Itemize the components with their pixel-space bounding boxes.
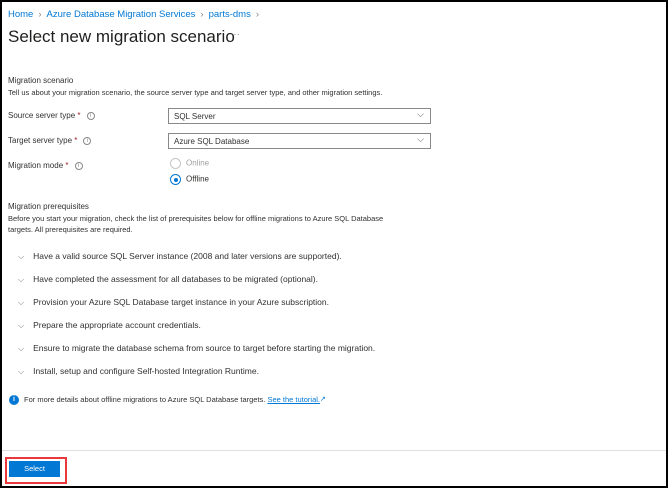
page: Home › Azure Database Migration Services › p… (2, 2, 666, 486)
required-marker: * (74, 136, 78, 145)
prereq-item[interactable]: ⌵ Install, setup and configure Self-hoste… (18, 366, 259, 377)
prereq-item[interactable]: ⌵ Have completed the assessment for all d… (18, 274, 318, 285)
item-text: Provision your Azure SQL Database target… (33, 297, 330, 307)
prereq-description-2: targets. All prerequisites are required. (8, 225, 133, 234)
label-text: Source server type (8, 111, 76, 120)
prereq-item[interactable]: ⌵ Prepare the appropriate account credent… (18, 320, 201, 331)
radio-label: Online (186, 158, 210, 168)
radio-label: Offline (186, 174, 209, 184)
chevron-right-icon: › (38, 9, 42, 20)
external-link-icon: ↗ (320, 396, 326, 403)
chevron-down-icon: ⌵ (18, 344, 25, 353)
item-text: Ensure to migrate the database schema fr… (33, 343, 376, 353)
prereq-item[interactable]: ⌵ Ensure to migrate the database schema f… (18, 343, 375, 354)
item-text: Install, setup and configure Self-hosted… (33, 366, 259, 376)
info-text: For more details about offline migration… (24, 395, 266, 404)
chevron-down-icon: ⌵ (18, 321, 25, 330)
info-icon[interactable]: i (83, 136, 92, 145)
chevron-down-icon: ⌵ (417, 134, 424, 144)
info-icon[interactable]: i (86, 111, 95, 120)
breadcrumb: Home › Azure Database Migration Services › p… (8, 9, 264, 20)
chevron-down-icon: ⌵ (18, 298, 25, 307)
chevron-down-icon: ⌵ (18, 275, 25, 284)
mode-label: Migration mode * i (8, 161, 83, 170)
section-heading: Migration scenario (8, 76, 74, 85)
info-icon: i (9, 395, 19, 406)
footer-divider (2, 450, 666, 451)
info-icon[interactable]: i (74, 161, 83, 170)
info-message: i For more details about offline migratio… (9, 395, 326, 406)
radio-online[interactable]: Online (170, 158, 209, 169)
select-button[interactable]: Select (9, 461, 60, 477)
chevron-right-icon: › (255, 9, 259, 20)
label-text: Target server type (8, 136, 73, 145)
radio-offline[interactable]: Offline (170, 174, 209, 185)
prereq-item[interactable]: ⌵ Have a valid source SQL Server instance… (18, 251, 342, 262)
radio-circle (170, 158, 181, 169)
dropdown-value: SQL Server (174, 112, 216, 121)
tutorial-link[interactable]: See the tutorial. (267, 395, 320, 404)
target-label: Target server type * i (8, 136, 92, 145)
chevron-right-icon: › (200, 9, 204, 20)
breadcrumb-home[interactable]: Home (8, 9, 33, 20)
chevron-down-icon: ⌵ (417, 109, 424, 119)
source-server-type-dropdown[interactable]: SQL Server ⌵ (168, 108, 431, 124)
item-text: Prepare the appropriate account credenti… (33, 320, 201, 330)
chevron-down-icon: ⌵ (18, 252, 25, 261)
breadcrumb-dms[interactable]: Azure Database Migration Services (47, 9, 196, 20)
item-text: Have completed the assessment for all da… (33, 274, 318, 284)
required-marker: * (77, 111, 81, 120)
chevron-down-icon: ⌵ (18, 367, 25, 376)
target-server-type-dropdown[interactable]: Azure SQL Database ⌵ (168, 133, 431, 149)
label-text: Migration mode (8, 161, 64, 170)
radio-circle (170, 174, 181, 185)
required-marker: * (65, 161, 69, 170)
breadcrumb-parts-dms[interactable]: parts-dms (209, 9, 251, 20)
source-label: Source server type * i (8, 111, 95, 120)
page-title: Select new migration scenario (8, 27, 235, 46)
prereq-item[interactable]: ⌵ Provision your Azure SQL Database targe… (18, 297, 329, 308)
prereq-heading: Migration prerequisites (8, 202, 89, 211)
item-text: Have a valid source SQL Server instance … (33, 251, 342, 261)
dropdown-value: Azure SQL Database (174, 137, 250, 146)
more-options-icon[interactable]: ··· (230, 29, 240, 40)
prereq-description: Before you start your migration, check t… (8, 214, 384, 223)
section-description: Tell us about your migration scenario, t… (8, 88, 383, 97)
